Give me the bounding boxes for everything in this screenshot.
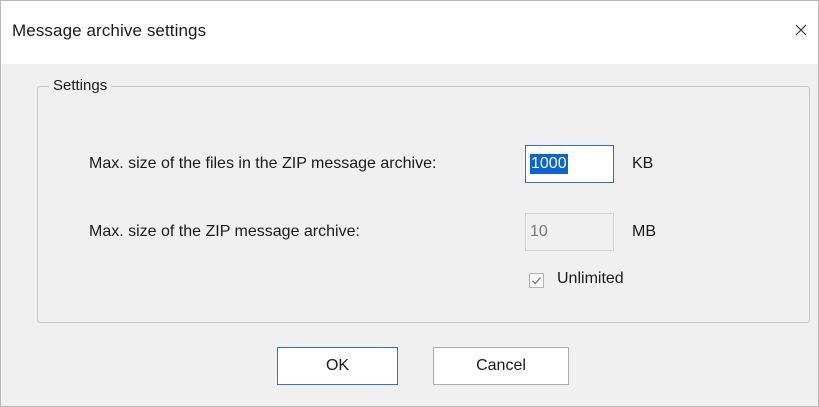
message-archive-settings-dialog: Message archive settings Settings Max. s… — [0, 0, 819, 407]
ok-button[interactable]: OK — [277, 347, 398, 385]
max-archive-size-input[interactable]: 10 — [525, 213, 614, 251]
max-file-size-unit: KB — [632, 155, 654, 172]
max-archive-size-unit: MB — [632, 223, 656, 240]
max-file-size-input[interactable]: 1000 — [525, 145, 614, 183]
title-bar[interactable]: Message archive settings — [1, 1, 818, 64]
dialog-title: Message archive settings — [12, 21, 207, 40]
cancel-button[interactable]: Cancel — [433, 347, 569, 385]
max-file-size-value: 1000 — [530, 154, 568, 174]
max-archive-size-value: 10 — [530, 223, 548, 240]
max-file-size-label: Max. size of the files in the ZIP messag… — [89, 155, 437, 172]
checkmark-icon — [532, 277, 541, 285]
unlimited-label[interactable]: Unlimited — [557, 270, 624, 288]
max-archive-size-label: Max. size of the ZIP message archive: — [89, 223, 360, 240]
close-icon — [795, 24, 807, 36]
settings-groupbox — [37, 86, 810, 323]
unlimited-checkbox[interactable] — [529, 273, 544, 288]
close-button[interactable] — [790, 19, 812, 41]
settings-group-label: Settings — [49, 77, 112, 94]
